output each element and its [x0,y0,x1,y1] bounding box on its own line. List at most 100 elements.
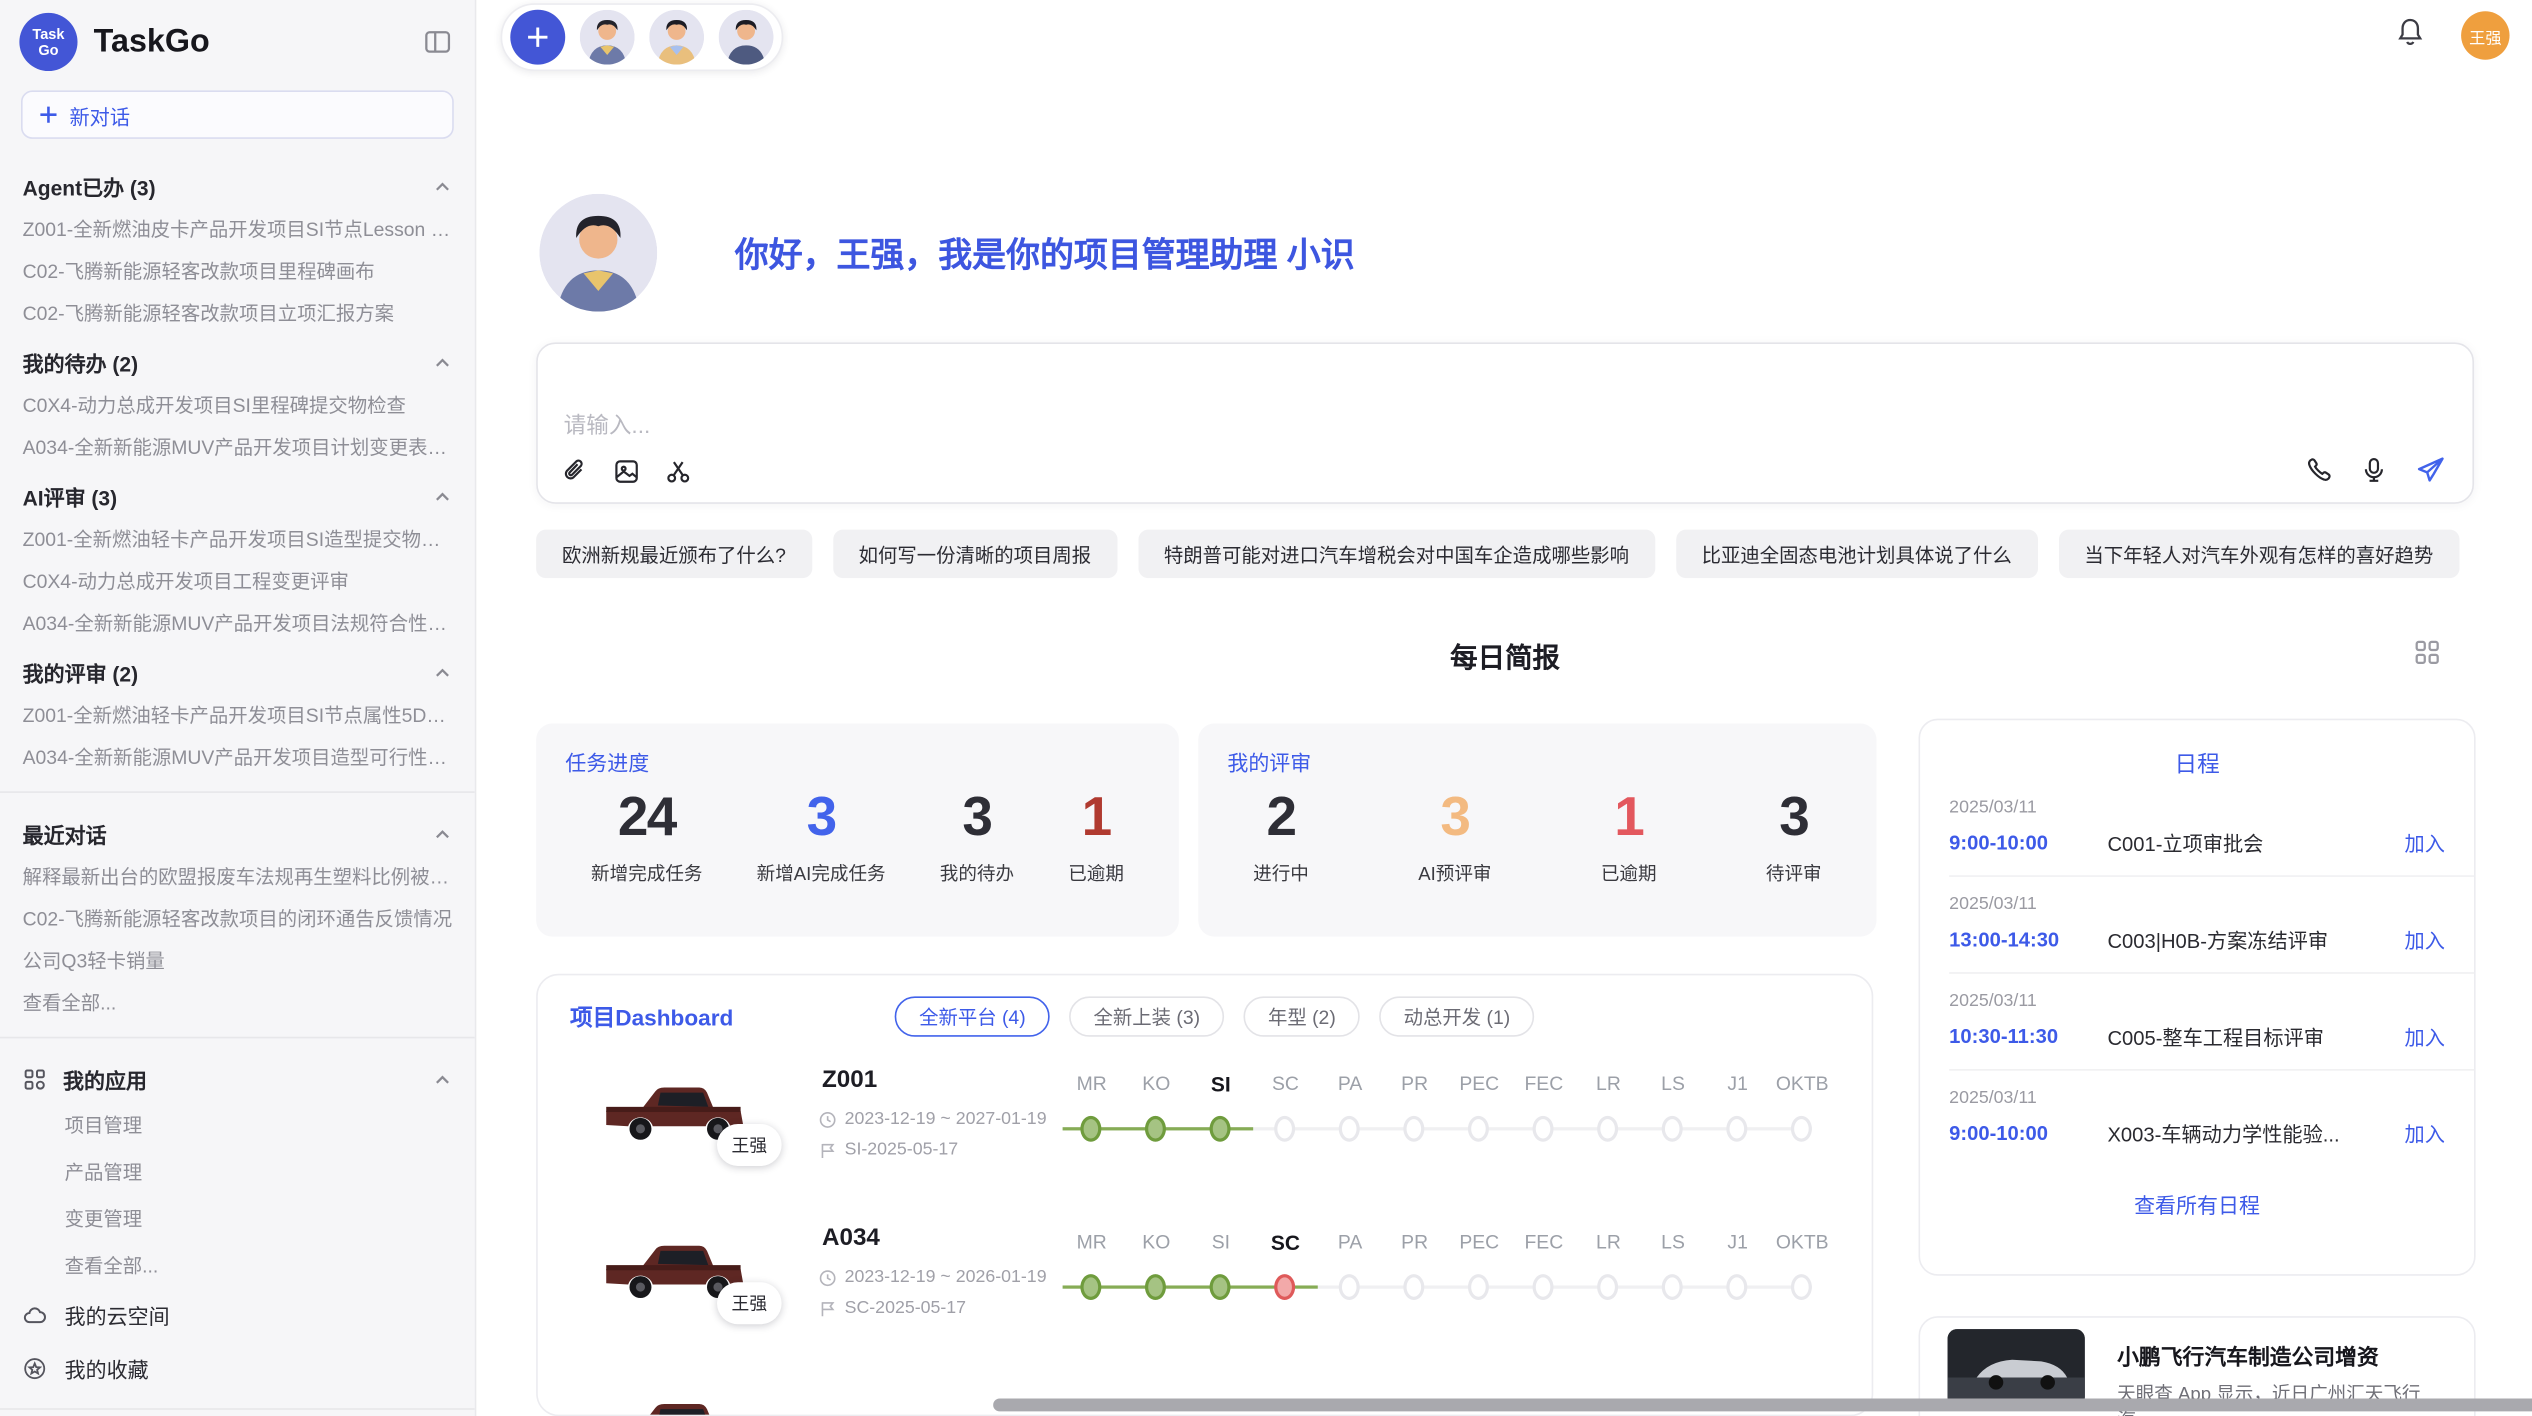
milestone-dot-FEC[interactable] [1533,1116,1554,1142]
milestone-dot-MR[interactable] [1080,1116,1101,1142]
stat-cell: 2进行中 [1253,783,1309,886]
join-link[interactable]: 加入 [2405,1118,2445,1149]
milestone-dot-SI[interactable] [1210,1274,1231,1300]
sidebar-item[interactable]: Z001-全新燃油轻卡产品开发项目SI造型提交物评审 [0,518,475,560]
sidebar-section-header[interactable]: 最近对话 [0,806,475,856]
milestone-dot-PEC[interactable] [1468,1116,1489,1142]
join-link[interactable]: 加入 [2405,924,2445,955]
sidebar-item[interactable]: C0X4-动力总成开发项目SI里程碑提交物检查 [0,384,475,426]
agent-avatar[interactable] [649,10,704,65]
milestone-dot-KO[interactable] [1145,1116,1166,1142]
project-owner-chip[interactable]: 王强 [717,1124,782,1166]
notification-bell-icon[interactable] [2395,16,2426,55]
stat-label: 已逾期 [1068,861,1124,887]
sidebar-section-header[interactable]: 我的待办 (2) [0,334,475,384]
sidebar-item-cloud-space[interactable]: 我的云空间 [0,1289,475,1342]
suggestion-chip[interactable]: 比亚迪全固态电池计划具体说了什么 [1676,530,2038,578]
sidebar-item[interactable]: Z001-全新燃油轻卡产品开发项目SI节点属性5D文件评审 [0,694,475,736]
milestone-dot-PR[interactable] [1403,1274,1424,1300]
sidebar-item[interactable]: 解释最新出台的欧盟报废车法规再生塑料比例被调至15%... [0,856,475,898]
schedule-name: C003|H0B-方案冻结评审 [2107,924,2388,955]
chevron-up-icon[interactable] [433,487,452,506]
new-chat-button[interactable]: 新对话 [21,90,454,138]
milestone-dot-PEC[interactable] [1468,1274,1489,1300]
daily-briefing-title: 每日简报 [536,635,2474,675]
plus-icon [525,24,551,50]
dashboard-tab[interactable]: 全新平台 (4) [895,996,1050,1036]
sidebar-item[interactable]: 产品管理 [0,1148,475,1195]
image-icon[interactable] [612,457,641,486]
sidebar-item[interactable]: A034-全新新能源MUV产品开发项目法规符合性评审 [0,602,475,644]
chevron-up-icon[interactable] [433,353,452,372]
schedule-name: X003-车辆动力学性能验... [2107,1118,2388,1149]
sidebar-item[interactable]: C02-飞腾新能源轻客改款项目的闭环通告反馈情况 [0,898,475,940]
sidebar-section-header[interactable]: Agent已办 (3) [0,158,475,208]
milestone-dot-J1[interactable] [1726,1116,1747,1142]
sidebar-item[interactable]: A034-全新新能源MUV产品开发项目造型可行性评审 [0,736,475,778]
milestone-dot-SC[interactable] [1274,1274,1295,1300]
chevron-up-icon[interactable] [433,1070,452,1089]
add-agent-button[interactable] [510,10,565,65]
view-all-schedule-link[interactable]: 查看所有日程 [1920,1189,2474,1220]
sidebar-item[interactable]: A034-全新新能源MUV产品开发项目计划变更表编写 [0,426,475,468]
milestone-dot-MR[interactable] [1080,1274,1101,1300]
attachment-icon[interactable] [560,457,589,486]
suggestion-chip[interactable]: 当下年轻人对汽车外观有怎样的喜好趋势 [2059,530,2460,578]
milestone-dot-LR[interactable] [1597,1116,1618,1142]
sidebar-collapse-icon[interactable] [423,27,452,56]
chevron-up-icon[interactable] [433,177,452,196]
sidebar-section-header[interactable]: AI评审 (3) [0,468,475,518]
sidebar-section-header[interactable]: 我的应用 [0,1051,475,1101]
agent-avatar[interactable] [719,10,774,65]
join-link[interactable]: 加入 [2405,1021,2445,1052]
sidebar-item[interactable]: 查看全部... [0,982,475,1024]
milestone-dot-OKTB[interactable] [1791,1274,1812,1300]
horizontal-scrollbar[interactable] [993,1399,2532,1412]
sidebar-item[interactable]: 项目管理 [0,1101,475,1148]
milestone-dot-LR[interactable] [1597,1274,1618,1300]
dashboard-tab[interactable]: 全新上装 (3) [1069,996,1224,1036]
logo-text-2: Go [38,42,58,58]
chevron-up-icon[interactable] [433,663,452,682]
milestone-dot-KO[interactable] [1145,1274,1166,1300]
milestone-dot-FEC[interactable] [1533,1274,1554,1300]
dashboard-tab[interactable]: 动总开发 (1) [1379,996,1534,1036]
milestone-dot-LS[interactable] [1662,1116,1683,1142]
milestone-dot-PA[interactable] [1339,1116,1360,1142]
layout-grid-icon[interactable] [2414,640,2440,674]
join-link[interactable]: 加入 [2405,827,2445,858]
suggestion-chip[interactable]: 欧洲新规最近颁布了什么? [536,530,812,578]
suggestion-chip[interactable]: 如何写一份清晰的项目周报 [833,530,1117,578]
milestone-dot-SI[interactable] [1210,1116,1231,1142]
phone-icon[interactable] [2304,455,2333,484]
milestone-dot-LS[interactable] [1662,1274,1683,1300]
milestone-dot-SC[interactable] [1274,1116,1295,1142]
suggestion-chip[interactable]: 特朗普可能对进口汽车增税会对中国车企造成哪些影响 [1138,530,1655,578]
dashboard-tab[interactable]: 年型 (2) [1244,996,1360,1036]
project-row[interactable]: 王强Z0012023-12-19 ~ 2027-01-19SI-2025-05-… [538,1056,1872,1214]
scissors-icon[interactable] [664,457,693,486]
sidebar-item[interactable]: 查看全部... [0,1242,475,1289]
sidebar-item-favorites[interactable]: 我的收藏 [0,1342,475,1395]
agent-avatar[interactable] [580,10,635,65]
card-title: 任务进度 [536,723,1179,776]
milestone-dot-PA[interactable] [1339,1274,1360,1300]
sidebar-section-header[interactable]: 我的评审 (2) [0,644,475,694]
user-avatar[interactable]: 王强 [2461,11,2509,59]
sidebar-item[interactable]: C0X4-动力总成开发项目工程变更评审 [0,560,475,602]
sidebar-item[interactable]: Z001-全新燃油皮卡产品开发项目SI节点Lesson Learn报告 [0,208,475,250]
sidebar-item[interactable]: 变更管理 [0,1195,475,1242]
milestone-dot-PR[interactable] [1403,1116,1424,1142]
project-row[interactable]: 王强A0342023-12-19 ~ 2026-01-19SC-2025-05-… [538,1214,1872,1372]
chat-input-box[interactable]: 请输入... [536,342,2474,503]
sidebar-item[interactable]: 公司Q3轻卡销量 [0,940,475,982]
section-title: Agent已办 (3) [23,171,433,202]
microphone-icon[interactable] [2359,455,2388,484]
milestone-dot-OKTB[interactable] [1791,1116,1812,1142]
sidebar-item[interactable]: C02-飞腾新能源轻客改款项目里程碑画布 [0,250,475,292]
project-owner-chip[interactable]: 王强 [717,1282,782,1324]
send-icon[interactable] [2414,454,2446,486]
sidebar-item[interactable]: C02-飞腾新能源轻客改款项目立项汇报方案 [0,292,475,334]
milestone-dot-J1[interactable] [1726,1274,1747,1300]
chevron-up-icon[interactable] [433,824,452,843]
